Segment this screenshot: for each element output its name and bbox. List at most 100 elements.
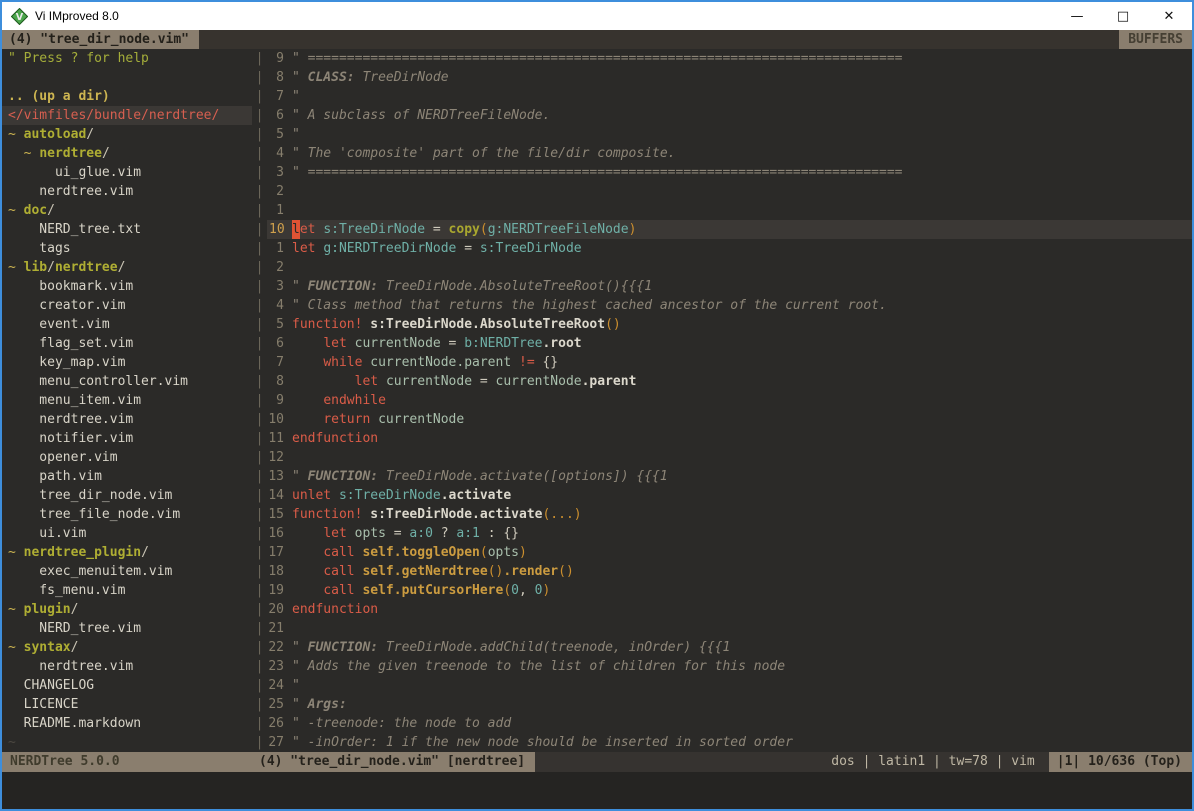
separator-glyph: | bbox=[252, 619, 267, 638]
separator-glyph: | bbox=[252, 372, 267, 391]
code-buffer[interactable]: 9" =====================================… bbox=[267, 49, 1192, 752]
code-line[interactable]: 2 bbox=[267, 182, 1192, 201]
token-kw: unlet bbox=[292, 486, 331, 505]
tree-item[interactable]: ~ plugin/ bbox=[2, 600, 252, 619]
tree-item[interactable]: CHANGELOG bbox=[2, 676, 252, 695]
tree-item[interactable]: tree_file_node.vim bbox=[2, 505, 252, 524]
code-line[interactable]: 10 return currentNode bbox=[267, 410, 1192, 429]
code-line[interactable]: 8" CLASS: TreeDirNode bbox=[267, 68, 1192, 87]
tree-item[interactable]: exec_menuitem.vim bbox=[2, 562, 252, 581]
code-line[interactable]: 9" =====================================… bbox=[267, 49, 1192, 68]
code-line[interactable]: 6" A subclass of NERDTreeFileNode. bbox=[267, 106, 1192, 125]
code-line[interactable]: 20endfunction bbox=[267, 600, 1192, 619]
tree-item[interactable] bbox=[2, 68, 252, 87]
token-tx bbox=[362, 353, 370, 372]
code-line[interactable]: 4" Class method that returns the highest… bbox=[267, 296, 1192, 315]
code-line[interactable]: 4" The 'composite' part of the file/dir … bbox=[267, 144, 1192, 163]
tree-item[interactable]: notifier.vim bbox=[2, 429, 252, 448]
token-slash: / bbox=[47, 260, 55, 275]
minimize-button[interactable]: — bbox=[1054, 2, 1100, 30]
tree-item[interactable]: key_map.vim bbox=[2, 353, 252, 372]
tree-item[interactable]: path.vim bbox=[2, 467, 252, 486]
code-line[interactable]: 25" Args: bbox=[267, 695, 1192, 714]
tree-item[interactable]: NERD_tree.vim bbox=[2, 619, 252, 638]
code-line[interactable]: 21 bbox=[267, 619, 1192, 638]
code-line[interactable]: 17 call self.toggleOpen(opts) bbox=[267, 543, 1192, 562]
tree-item[interactable]: menu_controller.vim bbox=[2, 372, 252, 391]
code-line[interactable]: 2 bbox=[267, 258, 1192, 277]
token-pr: .parent bbox=[582, 372, 637, 391]
vim-window: V Vi IMproved 8.0 — □ ✕ (4) "tree_dir_no… bbox=[0, 0, 1194, 811]
line-number: 8 bbox=[267, 372, 292, 391]
tree-item[interactable]: </vimfiles/bundle/nerdtree/ bbox=[2, 106, 252, 125]
code-line[interactable]: 7 while currentNode.parent != {} bbox=[267, 353, 1192, 372]
code-line[interactable]: 13" FUNCTION: TreeDirNode.activate([opti… bbox=[267, 467, 1192, 486]
tree-item[interactable]: ui.vim bbox=[2, 524, 252, 543]
tree-item[interactable]: menu_item.vim bbox=[2, 391, 252, 410]
code-line[interactable]: 1let g:NERDTreeDirNode = s:TreeDirNode bbox=[267, 239, 1192, 258]
code-line[interactable]: 5" bbox=[267, 125, 1192, 144]
window-separator[interactable]: ||||||||||||||||||||||||||||||||||||| bbox=[252, 49, 267, 752]
code-line[interactable]: 3" =====================================… bbox=[267, 163, 1192, 182]
tree-item[interactable]: bookmark.vim bbox=[2, 277, 252, 296]
tree-item[interactable]: tags bbox=[2, 239, 252, 258]
token-dir: nerdtree_plugin bbox=[24, 545, 141, 560]
code-line[interactable]: 23" Adds the given treenode to the list … bbox=[267, 657, 1192, 676]
token-updir: .. (up a dir) bbox=[8, 89, 110, 104]
tree-item[interactable]: event.vim bbox=[2, 315, 252, 334]
tree-item[interactable]: ~ syntax/ bbox=[2, 638, 252, 657]
code-line[interactable]: 10let s:TreeDirNode = copy(g:NERDTreeFil… bbox=[267, 220, 1192, 239]
tree-item[interactable]: ~ doc/ bbox=[2, 201, 252, 220]
token-tx bbox=[292, 353, 323, 372]
token-file: ui.vim bbox=[8, 526, 86, 541]
tree-item[interactable]: flag_set.vim bbox=[2, 334, 252, 353]
token-tx bbox=[292, 334, 323, 353]
tree-item[interactable]: README.markdown bbox=[2, 714, 252, 733]
tree-item[interactable]: creator.vim bbox=[2, 296, 252, 315]
tree-item[interactable]: ui_glue.vim bbox=[2, 163, 252, 182]
tree-item[interactable]: " Press ? for help bbox=[2, 49, 252, 68]
code-line[interactable]: 14unlet s:TreeDirNode.activate bbox=[267, 486, 1192, 505]
token-dir: nerdtree bbox=[39, 146, 102, 161]
code-line[interactable]: 12 bbox=[267, 448, 1192, 467]
tree-item[interactable]: nerdtree.vim bbox=[2, 410, 252, 429]
close-button[interactable]: ✕ bbox=[1146, 2, 1192, 30]
line-number: 2 bbox=[267, 182, 292, 201]
tree-item[interactable]: fs_menu.vim bbox=[2, 581, 252, 600]
code-line[interactable]: 27" -inOrder: 1 if the new node should b… bbox=[267, 733, 1192, 752]
tree-item[interactable]: tree_dir_node.vim bbox=[2, 486, 252, 505]
code-line[interactable]: 9 endwhile bbox=[267, 391, 1192, 410]
tree-item[interactable]: ~ lib/nerdtree/ bbox=[2, 258, 252, 277]
code-line[interactable]: 7" bbox=[267, 87, 1192, 106]
tree-item[interactable]: ~ nerdtree_plugin/ bbox=[2, 543, 252, 562]
tree-item[interactable]: nerdtree.vim bbox=[2, 657, 252, 676]
token-root: </vimfiles/bundle/nerdtree/ bbox=[8, 108, 219, 123]
token-va: currentNode bbox=[355, 334, 441, 353]
code-line[interactable]: 3" FUNCTION: TreeDirNode.AbsoluteTreeRoo… bbox=[267, 277, 1192, 296]
code-line[interactable]: 18 call self.getNerdtree().render() bbox=[267, 562, 1192, 581]
tree-item[interactable]: ~ bbox=[2, 733, 252, 752]
tree-item[interactable]: .. (up a dir) bbox=[2, 87, 252, 106]
token-kw: endfunction bbox=[292, 429, 378, 448]
code-line[interactable]: 8 let currentNode = currentNode.parent bbox=[267, 372, 1192, 391]
code-line[interactable]: 15function! s:TreeDirNode.activate(...) bbox=[267, 505, 1192, 524]
token-file: NERD_tree.txt bbox=[8, 222, 141, 237]
code-line[interactable]: 11endfunction bbox=[267, 429, 1192, 448]
code-line[interactable]: 16 let opts = a:0 ? a:1 : {} bbox=[267, 524, 1192, 543]
tree-item[interactable]: nerdtree.vim bbox=[2, 182, 252, 201]
tree-item[interactable]: ~ autoload/ bbox=[2, 125, 252, 144]
tab-tree-dir-node-vim[interactable]: (4) "tree_dir_node.vim" bbox=[2, 30, 199, 49]
code-line[interactable]: 6 let currentNode = b:NERDTree.root bbox=[267, 334, 1192, 353]
code-line[interactable]: 19 call self.putCursorHere(0, 0) bbox=[267, 581, 1192, 600]
tree-item[interactable]: LICENCE bbox=[2, 695, 252, 714]
code-line[interactable]: 26" -treenode: the node to add bbox=[267, 714, 1192, 733]
maximize-button[interactable]: □ bbox=[1100, 2, 1146, 30]
code-line[interactable]: 5function! s:TreeDirNode.AbsoluteTreeRoo… bbox=[267, 315, 1192, 334]
code-line[interactable]: 22" FUNCTION: TreeDirNode.addChild(treen… bbox=[267, 638, 1192, 657]
token-tx bbox=[315, 220, 323, 239]
tree-item[interactable]: NERD_tree.txt bbox=[2, 220, 252, 239]
tree-item[interactable]: ~ nerdtree/ bbox=[2, 144, 252, 163]
code-line[interactable]: 1 bbox=[267, 201, 1192, 220]
code-line[interactable]: 24" bbox=[267, 676, 1192, 695]
tree-item[interactable]: opener.vim bbox=[2, 448, 252, 467]
